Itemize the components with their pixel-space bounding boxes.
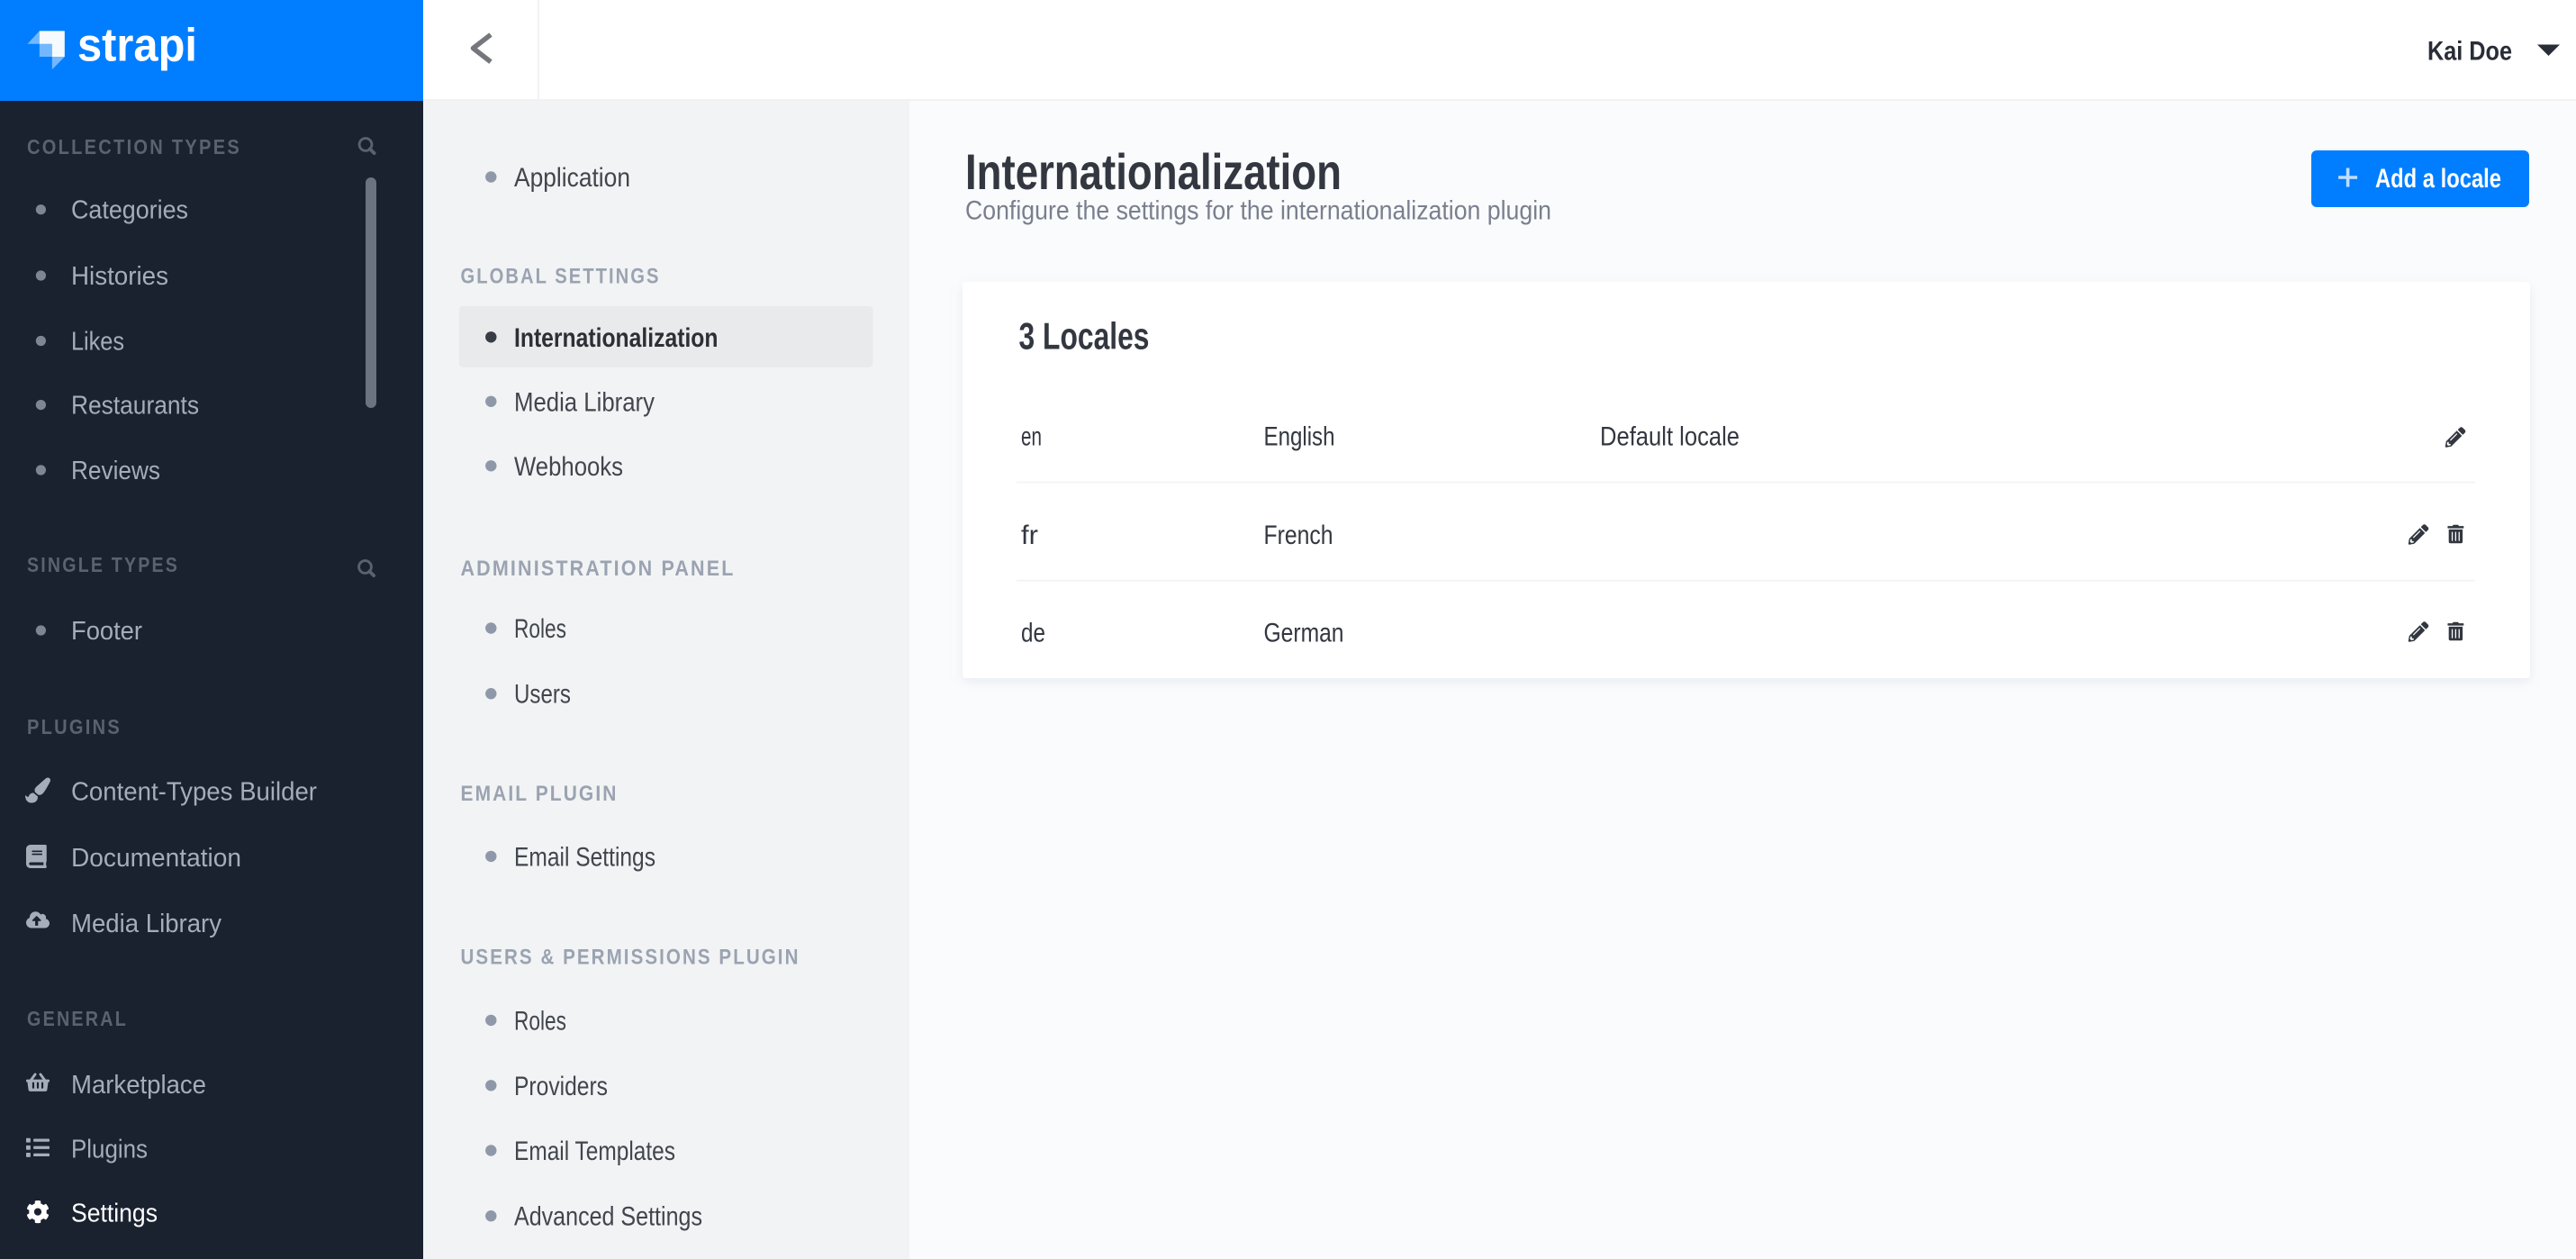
svg-text:Internationalization: Internationalization [514, 323, 719, 353]
svg-text:Internationalization: Internationalization [965, 143, 1342, 200]
svg-text:Plugins: Plugins [71, 1135, 148, 1164]
svg-text:PLUGINS: PLUGINS [27, 715, 122, 738]
svg-text:Roles: Roles [514, 1006, 566, 1036]
svg-text:ADMINISTRATION PANEL: ADMINISTRATION PANEL [461, 557, 736, 581]
svg-text:SINGLE TYPES: SINGLE TYPES [27, 553, 179, 576]
svg-text:COLLECTION TYPES: COLLECTION TYPES [27, 135, 241, 159]
svg-text:Media Library: Media Library [71, 910, 221, 938]
svg-text:German: German [1264, 619, 1344, 648]
svg-text:fr: fr [1021, 521, 1038, 550]
svg-text:Footer: Footer [71, 617, 142, 646]
svg-text:Add a locale: Add a locale [2375, 164, 2501, 194]
svg-text:Default locale: Default locale [1600, 422, 1740, 452]
svg-text:Media Library: Media Library [514, 387, 655, 417]
svg-text:Application: Application [514, 163, 630, 193]
svg-text:de: de [1021, 619, 1045, 648]
svg-text:Email Settings: Email Settings [514, 842, 655, 872]
svg-text:strapi: strapi [77, 20, 197, 72]
svg-text:Content-Types Builder: Content-Types Builder [71, 778, 317, 807]
svg-text:Reviews: Reviews [71, 457, 160, 485]
svg-text:Documentation: Documentation [71, 844, 241, 873]
svg-text:Histories: Histories [71, 262, 168, 291]
svg-text:Roles: Roles [514, 614, 566, 644]
svg-text:Settings: Settings [71, 1200, 158, 1228]
svg-text:Email Templates: Email Templates [514, 1137, 675, 1166]
svg-text:Kai Doe: Kai Doe [2427, 36, 2512, 66]
svg-text:Marketplace: Marketplace [71, 1071, 206, 1100]
svg-text:French: French [1264, 521, 1333, 550]
svg-text:Webhooks: Webhooks [514, 452, 623, 482]
svg-text:en: en [1021, 422, 1042, 452]
svg-text:Configure the settings for the: Configure the settings for the internati… [965, 196, 1551, 226]
svg-text:GENERAL: GENERAL [27, 1007, 128, 1030]
svg-text:Providers: Providers [514, 1072, 608, 1101]
svg-text:Categories: Categories [71, 196, 188, 225]
svg-text:USERS & PERMISSIONS PLUGIN: USERS & PERMISSIONS PLUGIN [461, 946, 800, 970]
svg-text:English: English [1264, 422, 1335, 452]
svg-text:EMAIL PLUGIN: EMAIL PLUGIN [461, 782, 619, 806]
svg-text:GLOBAL SETTINGS: GLOBAL SETTINGS [461, 265, 661, 289]
svg-text:Restaurants: Restaurants [71, 392, 199, 421]
svg-text:3 Locales: 3 Locales [1019, 315, 1150, 358]
svg-text:Likes: Likes [71, 328, 124, 357]
svg-text:Users: Users [514, 680, 571, 710]
svg-text:Advanced Settings: Advanced Settings [514, 1202, 702, 1232]
